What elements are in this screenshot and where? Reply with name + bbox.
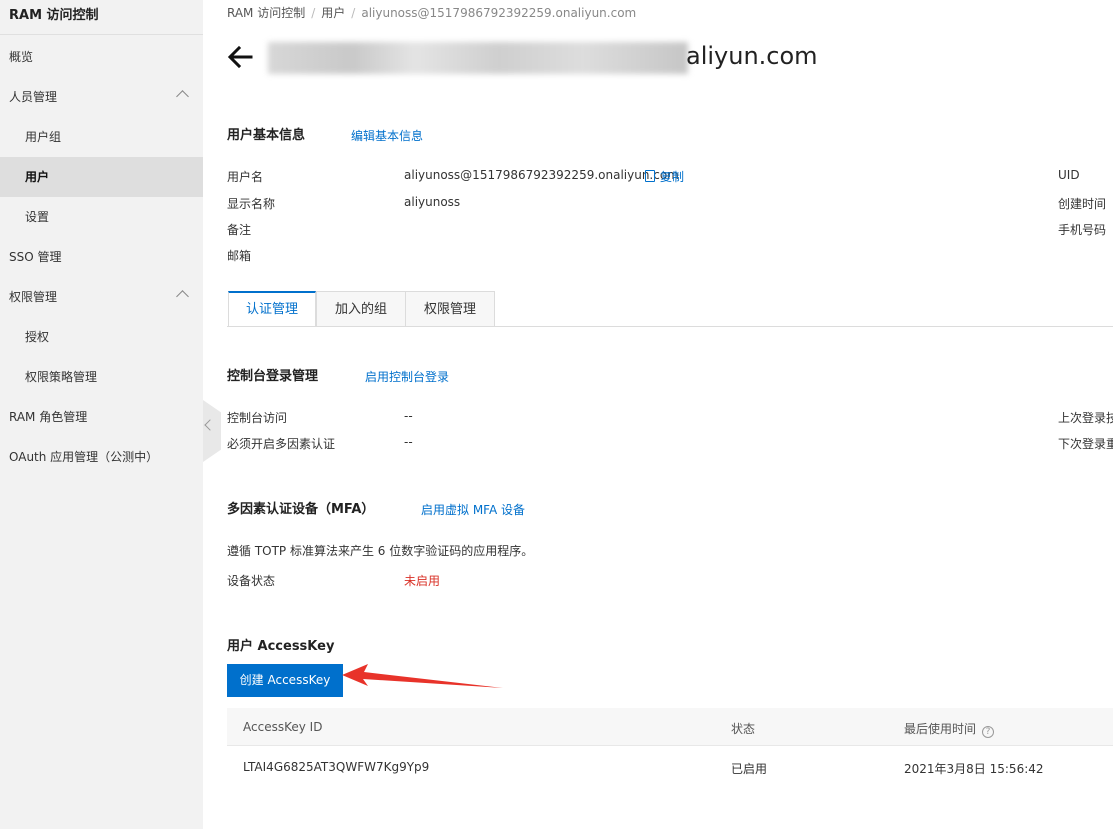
back-arrow-icon[interactable] xyxy=(227,44,253,70)
sidebar: RAM 访问控制 概览 人员管理 用户组 用户 设置 SSO 管理 权限管理 授… xyxy=(0,0,203,829)
mfa-description: 遵循 TOTP 标准算法来产生 6 位数字验证码的应用程序。 xyxy=(227,544,534,558)
sidebar-item-ram-roles[interactable]: RAM 角色管理 xyxy=(0,397,203,437)
sidebar-item-grants[interactable]: 授权 xyxy=(0,317,203,357)
edit-basic-info-link[interactable]: 编辑基本信息 xyxy=(351,127,423,144)
email-label: 邮箱 xyxy=(227,249,252,263)
sidebar-item-identity-management[interactable]: 人员管理 xyxy=(0,77,203,117)
page-title-redacted xyxy=(268,42,688,74)
accesskey-table-header: AccessKey ID 状态 最后使用时间? xyxy=(227,708,1113,746)
mfa-required-value: -- xyxy=(404,435,413,449)
sidebar-divider xyxy=(0,34,203,35)
breadcrumb-item-ram[interactable]: RAM 访问控制 xyxy=(227,6,305,20)
accesskey-status-cell: 已启用 xyxy=(731,762,768,776)
enable-virtual-mfa-link[interactable]: 启用虚拟 MFA 设备 xyxy=(421,501,525,518)
chevron-left-icon xyxy=(204,419,216,431)
sidebar-item-users[interactable]: 用户 xyxy=(0,157,203,197)
username-value: aliyunoss@1517986792392259.onaliyun.com xyxy=(404,168,679,182)
uid-label: UID xyxy=(1058,168,1080,182)
sidebar-item-user-groups[interactable]: 用户组 xyxy=(0,117,203,157)
console-access-label: 控制台访问 xyxy=(227,411,288,425)
mfa-required-label: 必须开启多因素认证 xyxy=(227,437,336,451)
accesskey-id-cell: LTAI4G6825AT3QWFW7Kg9Yp9 xyxy=(243,760,430,774)
breadcrumb-separator: / xyxy=(351,6,356,20)
sidebar-item-oauth-apps[interactable]: OAuth 应用管理（公测中） xyxy=(0,437,203,477)
basic-info-heading: 用户基本信息 xyxy=(227,128,306,143)
display-name-label: 显示名称 xyxy=(227,197,276,211)
mfa-heading: 多因素认证设备（MFA） xyxy=(227,502,375,517)
sidebar-item-settings[interactable]: 设置 xyxy=(0,197,203,237)
username-label: 用户名 xyxy=(227,170,264,184)
last-login-label: 上次登录技 xyxy=(1058,411,1113,425)
accesskey-last-used-cell: 2021年3月8日 15:56:42 xyxy=(904,762,1044,776)
chevron-up-icon xyxy=(176,90,189,103)
display-name-value: aliyunoss xyxy=(404,195,461,209)
enable-console-login-link[interactable]: 启用控制台登录 xyxy=(365,368,449,385)
tab-permissions[interactable]: 权限管理 xyxy=(405,291,495,327)
copy-link[interactable]: 复制 xyxy=(660,168,684,185)
sidebar-item-sso[interactable]: SSO 管理 xyxy=(0,237,203,277)
breadcrumb-item-users[interactable]: 用户 xyxy=(321,6,345,20)
next-login-label: 下次登录重 xyxy=(1058,437,1113,451)
annotation-arrow-icon xyxy=(342,664,503,688)
help-icon[interactable]: ? xyxy=(982,726,995,738)
accesskey-heading: 用户 AccessKey xyxy=(227,639,335,654)
breadcrumb-separator: / xyxy=(311,6,316,20)
column-header-last-used: 最后使用时间? xyxy=(904,720,995,738)
breadcrumb-item-current: aliyunoss@1517986792392259.onaliyun.com xyxy=(361,6,637,20)
note-label: 备注 xyxy=(227,223,252,237)
breadcrumb: RAM 访问控制 / 用户 / aliyunoss@1517986792392259.o… xyxy=(227,4,636,21)
phone-label: 手机号码 xyxy=(1058,223,1107,237)
device-status-value: 未启用 xyxy=(404,574,441,588)
create-accesskey-button[interactable]: 创建 AccessKey xyxy=(227,664,343,697)
console-access-value: -- xyxy=(404,409,413,423)
column-header-last-used-label: 最后使用时间 xyxy=(904,722,977,736)
page-title: aliyun.com xyxy=(686,42,818,70)
tabs-divider xyxy=(227,326,1113,327)
sidebar-item-label: 人员管理 xyxy=(9,90,58,104)
sidebar-item-permissions[interactable]: 权限管理 xyxy=(0,277,203,317)
chevron-up-icon xyxy=(176,290,189,303)
sidebar-item-overview[interactable]: 概览 xyxy=(0,37,203,77)
copy-icon[interactable] xyxy=(645,170,655,182)
sidebar-item-label: 权限管理 xyxy=(9,290,58,304)
sidebar-title: RAM 访问控制 xyxy=(9,8,99,23)
device-status-label: 设备状态 xyxy=(227,574,276,588)
column-header-status: 状态 xyxy=(731,722,756,736)
created-time-label: 创建时间 xyxy=(1058,197,1107,211)
column-header-accesskey-id: AccessKey ID xyxy=(243,720,323,734)
sidebar-collapse-handle[interactable] xyxy=(203,400,221,462)
console-login-heading: 控制台登录管理 xyxy=(227,369,319,384)
tab-authentication[interactable]: 认证管理 xyxy=(228,291,316,327)
sidebar-item-policies[interactable]: 权限策略管理 xyxy=(0,357,203,397)
tab-joined-groups[interactable]: 加入的组 xyxy=(316,291,406,327)
